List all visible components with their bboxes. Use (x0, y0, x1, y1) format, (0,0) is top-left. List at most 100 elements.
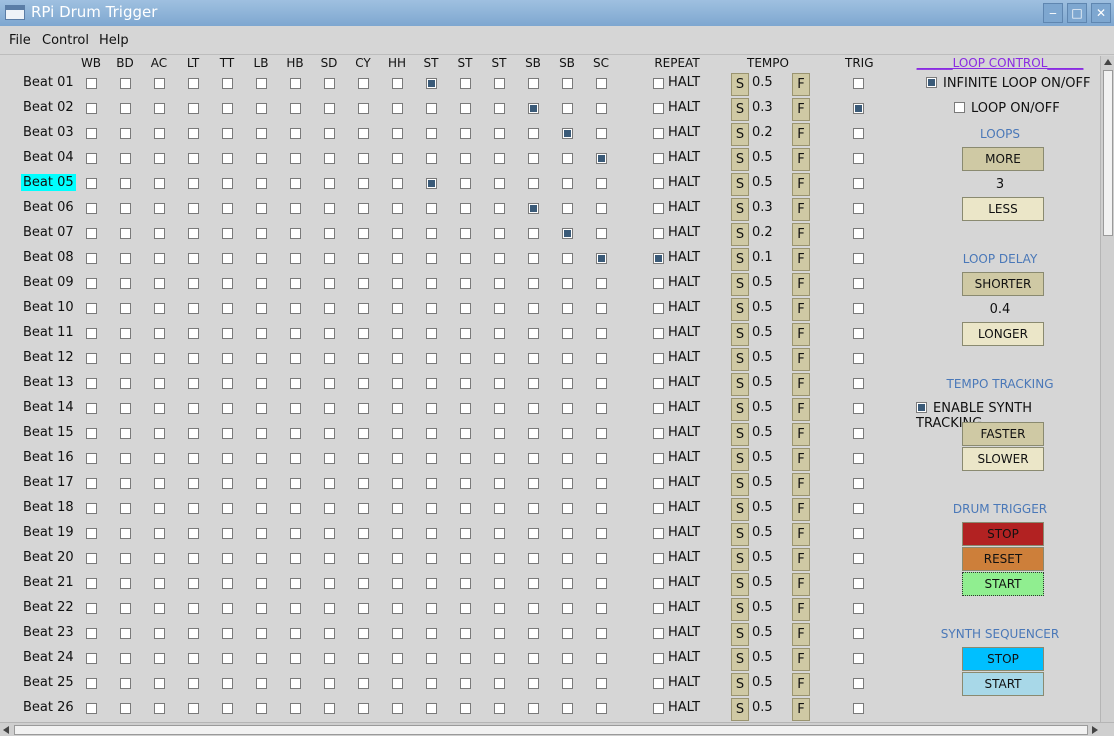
drum-checkbox[interactable] (494, 403, 505, 414)
tempo-faster-button[interactable]: F (792, 223, 810, 246)
drum-checkbox[interactable] (460, 578, 471, 589)
drum-checkbox[interactable] (86, 703, 97, 714)
drum-checkbox[interactable] (392, 403, 403, 414)
drum-checkbox[interactable] (120, 478, 131, 489)
drum-checkbox[interactable] (494, 553, 505, 564)
drum-checkbox[interactable] (596, 578, 607, 589)
drum-checkbox[interactable] (528, 328, 539, 339)
drum-checkbox[interactable] (222, 353, 233, 364)
drum-checkbox[interactable] (460, 653, 471, 664)
drum-checkbox[interactable] (188, 303, 199, 314)
drum-checkbox[interactable] (528, 528, 539, 539)
drum-checkbox[interactable] (154, 378, 165, 389)
loop-delay-longer-button[interactable]: LONGER (962, 322, 1044, 346)
drum-checkbox[interactable] (154, 678, 165, 689)
drum-checkbox[interactable] (86, 553, 97, 564)
horizontal-scrollbar[interactable] (0, 722, 1114, 736)
drum-checkbox[interactable] (154, 603, 165, 614)
repeat-checkbox[interactable] (653, 303, 664, 314)
drum-checkbox[interactable] (392, 478, 403, 489)
drum-checkbox[interactable] (188, 578, 199, 589)
drum-checkbox[interactable] (562, 503, 573, 514)
drum-checkbox[interactable] (460, 628, 471, 639)
repeat-checkbox[interactable] (653, 703, 664, 714)
drum-checkbox[interactable] (494, 578, 505, 589)
drum-checkbox[interactable] (562, 478, 573, 489)
drum-checkbox[interactable] (460, 428, 471, 439)
drum-checkbox[interactable] (188, 503, 199, 514)
drum-checkbox[interactable] (154, 203, 165, 214)
drum-checkbox[interactable] (222, 453, 233, 464)
drum-checkbox[interactable] (460, 403, 471, 414)
drum-checkbox[interactable] (392, 253, 403, 264)
drum-checkbox[interactable] (256, 403, 267, 414)
repeat-checkbox[interactable] (653, 578, 664, 589)
drum-checkbox[interactable] (154, 528, 165, 539)
drum-checkbox[interactable] (528, 353, 539, 364)
drum-checkbox[interactable] (86, 478, 97, 489)
drum-checkbox[interactable] (120, 353, 131, 364)
drum-checkbox[interactable] (120, 578, 131, 589)
drum-checkbox[interactable] (562, 428, 573, 439)
repeat-checkbox[interactable] (653, 503, 664, 514)
vertical-scroll-thumb[interactable] (1103, 70, 1113, 236)
drum-checkbox[interactable] (86, 603, 97, 614)
drum-checkbox[interactable] (120, 603, 131, 614)
drum-checkbox[interactable] (596, 503, 607, 514)
drum-checkbox[interactable] (188, 103, 199, 114)
tempo-slower-button[interactable]: S (731, 548, 749, 571)
trig-checkbox[interactable] (853, 503, 864, 514)
drum-checkbox[interactable] (562, 353, 573, 364)
drum-checkbox[interactable] (256, 153, 267, 164)
drum-checkbox[interactable] (86, 628, 97, 639)
drum-checkbox[interactable] (256, 353, 267, 364)
drum-checkbox[interactable] (256, 78, 267, 89)
drum-checkbox[interactable] (596, 353, 607, 364)
drum-checkbox[interactable] (324, 228, 335, 239)
drum-checkbox[interactable] (154, 103, 165, 114)
trig-checkbox[interactable] (853, 478, 864, 489)
tempo-faster-button[interactable]: F (792, 373, 810, 396)
drum-checkbox[interactable] (324, 678, 335, 689)
drum-checkbox[interactable] (324, 328, 335, 339)
drum-checkbox[interactable] (392, 528, 403, 539)
drum-checkbox[interactable] (596, 553, 607, 564)
drum-checkbox[interactable] (528, 253, 539, 264)
drum-checkbox[interactable] (392, 503, 403, 514)
tempo-slower-button[interactable]: S (731, 648, 749, 671)
drum-checkbox[interactable] (494, 103, 505, 114)
drum-checkbox[interactable] (426, 378, 437, 389)
drum-checkbox[interactable] (562, 528, 573, 539)
drum-checkbox[interactable] (426, 453, 437, 464)
drum-checkbox[interactable] (596, 428, 607, 439)
tempo-slower-button[interactable]: S (731, 298, 749, 321)
drum-checkbox[interactable] (460, 528, 471, 539)
tempo-slower-button[interactable]: S (731, 573, 749, 596)
drum-checkbox[interactable] (460, 478, 471, 489)
drum-checkbox[interactable] (188, 228, 199, 239)
trig-checkbox[interactable] (853, 528, 864, 539)
drum-checkbox[interactable] (494, 278, 505, 289)
drum-checkbox[interactable] (290, 653, 301, 664)
drum-checkbox[interactable] (120, 403, 131, 414)
drum-checkbox[interactable] (154, 228, 165, 239)
menu-control[interactable]: Control (42, 33, 89, 48)
synth-tracking-checkbox[interactable] (916, 402, 927, 413)
trig-checkbox[interactable] (853, 103, 864, 114)
tempo-faster-button[interactable]: F (792, 473, 810, 496)
drum-checkbox[interactable] (256, 303, 267, 314)
drum-checkbox[interactable] (528, 378, 539, 389)
drum-checkbox[interactable] (562, 703, 573, 714)
drum-checkbox[interactable] (188, 153, 199, 164)
drum-checkbox[interactable] (324, 378, 335, 389)
drum-checkbox[interactable] (426, 328, 437, 339)
drum-checkbox[interactable] (460, 278, 471, 289)
drum-checkbox[interactable] (528, 228, 539, 239)
drum-checkbox[interactable] (596, 278, 607, 289)
scroll-right-arrow-icon[interactable] (1092, 726, 1098, 734)
drum-checkbox[interactable] (358, 203, 369, 214)
drum-checkbox[interactable] (256, 703, 267, 714)
drum-checkbox[interactable] (290, 578, 301, 589)
drum-checkbox[interactable] (324, 353, 335, 364)
drum-checkbox[interactable] (426, 78, 437, 89)
